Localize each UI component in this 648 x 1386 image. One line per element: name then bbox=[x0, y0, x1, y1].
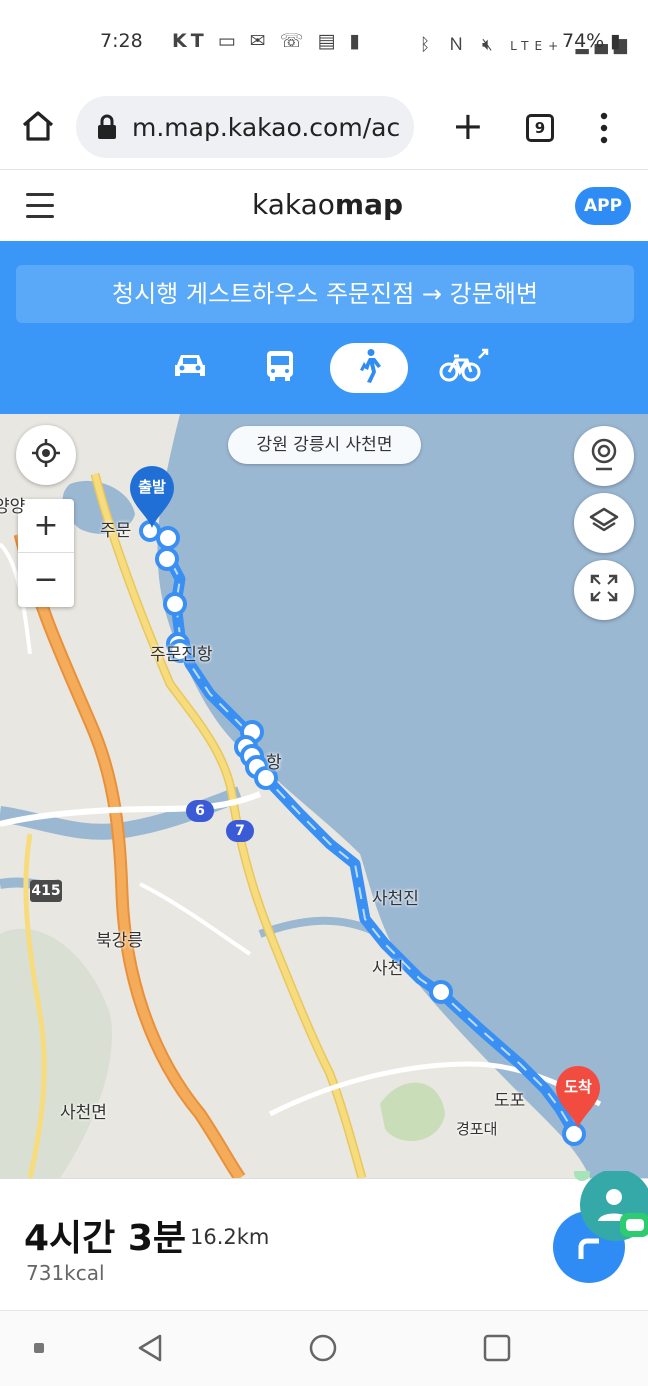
network-label: LTE+ bbox=[510, 39, 565, 53]
home-nav-icon[interactable] bbox=[308, 1333, 338, 1367]
browser-toolbar: m.map.kakao.com/ac + 9 bbox=[0, 86, 648, 170]
route-panel: 청시행 게스트하우스 주문진점 → 강문해변 bbox=[0, 241, 648, 414]
bus-icon bbox=[264, 349, 296, 387]
place-label: 도포 bbox=[494, 1091, 526, 1111]
address-bar[interactable]: m.map.kakao.com/ac bbox=[76, 96, 414, 158]
mode-walk-button[interactable] bbox=[330, 343, 408, 393]
zoom-out-button[interactable]: − bbox=[18, 553, 74, 607]
search-doc-icon: ▤ bbox=[317, 30, 340, 52]
mode-car-button[interactable] bbox=[162, 343, 218, 393]
battery-percent: 74% bbox=[562, 30, 605, 52]
place-label: 주문진항 bbox=[150, 645, 213, 665]
status-time: 7:28 bbox=[100, 30, 143, 52]
region-label: 강원 강릉시 사천면 bbox=[228, 426, 421, 464]
logo-light: kakao bbox=[252, 188, 335, 221]
current-location-button[interactable] bbox=[16, 425, 76, 485]
road-number-shield: 415 bbox=[30, 880, 62, 902]
place-label: 경포대 bbox=[456, 1120, 498, 1138]
chatbot-icon bbox=[574, 1165, 648, 1241]
roadview-icon bbox=[589, 437, 619, 475]
end-label: 도착 bbox=[564, 1078, 592, 1096]
bluetooth-icon: ᛒ bbox=[420, 35, 437, 55]
crosshair-icon bbox=[30, 437, 62, 473]
notification-icons: KT ▭ ✉ ☏ ▤ ▮ bbox=[172, 30, 364, 52]
road-number-shield: 6 bbox=[186, 800, 214, 822]
expand-icon bbox=[589, 573, 619, 607]
start-label: 출발 bbox=[138, 478, 166, 496]
menu-icon[interactable] bbox=[26, 193, 54, 219]
road-number-shield: 7 bbox=[226, 820, 254, 842]
status-bar: 7:28 KT ▭ ✉ ☏ ▤ ▮ ᛒ Ｎ 🔇︎ LTE+ ▂▄▆ 74% ▮ bbox=[0, 0, 648, 86]
battery-indicator: 74% ▮ bbox=[562, 30, 621, 52]
route-summary: 4시간 3분 16.2km 731kcal bbox=[0, 1165, 648, 1310]
place-label: 주문 bbox=[100, 521, 132, 541]
place-label: 사천진 bbox=[372, 889, 419, 909]
sd-card-icon: ▮ bbox=[349, 30, 364, 52]
kakaomap-logo: kakaomap bbox=[252, 188, 403, 221]
lock-icon bbox=[96, 114, 118, 140]
recent-apps-dot-icon bbox=[34, 1343, 44, 1353]
roadview-button[interactable] bbox=[574, 426, 634, 486]
calories-text: 731kcal bbox=[26, 1261, 105, 1285]
mail-icon: ✉ bbox=[249, 30, 270, 52]
place-label: 북강릉 bbox=[96, 931, 143, 951]
place-label: 사천 bbox=[372, 959, 404, 979]
open-app-button[interactable]: APP bbox=[575, 187, 631, 225]
more-options-icon[interactable] bbox=[594, 108, 614, 148]
mute-icon: 🔇︎ bbox=[482, 35, 499, 55]
duration-text: 4시간 3분 bbox=[24, 1218, 186, 1259]
logo-bold: map bbox=[334, 188, 404, 221]
back-icon[interactable] bbox=[136, 1333, 166, 1367]
map-view[interactable]: 강원 강릉시 사천면 + − 주문 양양 주문진항 항 북강릉 사천진 사천 사… bbox=[0, 414, 648, 1178]
place-label: 사천면 bbox=[60, 1103, 107, 1123]
map-canvas bbox=[0, 414, 648, 1178]
mode-bike-button[interactable] bbox=[436, 343, 492, 393]
mode-bus-button[interactable] bbox=[252, 343, 308, 393]
zoom-control: + − bbox=[18, 499, 74, 607]
walk-icon bbox=[355, 348, 383, 388]
distance-text: 16.2km bbox=[190, 1225, 270, 1249]
bike-icon bbox=[439, 348, 489, 388]
overview-icon[interactable] bbox=[482, 1333, 512, 1367]
tab-switcher-button[interactable]: 9 bbox=[526, 114, 554, 142]
start-marker[interactable]: 출발 bbox=[128, 466, 176, 534]
route-title[interactable]: 청시행 게스트하우스 주문진점 → 강문해변 bbox=[16, 265, 634, 323]
nfc-icon: Ｎ bbox=[447, 35, 471, 55]
android-nav-bar bbox=[0, 1310, 648, 1386]
place-label: 양양 bbox=[0, 497, 26, 517]
fullscreen-button[interactable] bbox=[574, 560, 634, 620]
zoom-in-button[interactable]: + bbox=[18, 499, 74, 553]
new-tab-icon[interactable]: + bbox=[452, 106, 484, 146]
app-header: kakaomap APP bbox=[0, 171, 648, 241]
chat-assistant-button[interactable] bbox=[574, 1165, 648, 1261]
battery-icon: ▮ bbox=[610, 30, 621, 52]
home-icon[interactable] bbox=[20, 108, 56, 144]
car-icon bbox=[172, 351, 208, 385]
end-marker[interactable]: 도착 bbox=[554, 1066, 602, 1134]
url-text: m.map.kakao.com/ac bbox=[132, 113, 401, 142]
place-label: 항 bbox=[266, 753, 282, 773]
layers-icon bbox=[588, 506, 620, 540]
map-layers-button[interactable] bbox=[574, 493, 634, 553]
missed-call-icon: ☏ bbox=[279, 30, 308, 52]
message-icon: ▭ bbox=[217, 30, 240, 52]
carrier-label: KT bbox=[172, 30, 208, 52]
